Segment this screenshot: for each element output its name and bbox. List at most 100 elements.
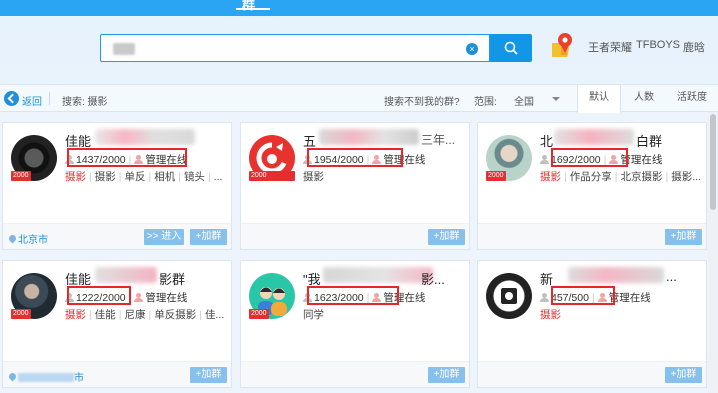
join-group-button[interactable]: +加群 bbox=[190, 367, 227, 383]
card-footer: 北京市 >> 进入 +加群 bbox=[3, 223, 231, 249]
group-avatar[interactable] bbox=[486, 273, 532, 319]
tag[interactable]: 相机 bbox=[154, 171, 175, 183]
card-footer: +加群 bbox=[478, 223, 706, 249]
group-card[interactable]: 2000 佳能 影群 1222/2000 | 管理在线 摄影 | 佳能 | 尼康 | 单反摄影 |… bbox=[2, 260, 232, 388]
join-group-button[interactable]: +加群 bbox=[665, 229, 702, 245]
member-limit-badge: 2000 bbox=[11, 171, 31, 181]
members-icon bbox=[540, 293, 549, 302]
enter-group-button[interactable]: >> 进入 bbox=[144, 229, 184, 245]
card-footer: +加群 bbox=[478, 361, 706, 387]
group-card[interactable]: 新 ... 457/500 | 管理在线 摄影 +加群 bbox=[477, 260, 707, 388]
join-group-button[interactable]: +加群 bbox=[428, 367, 465, 383]
members-icon bbox=[540, 155, 549, 164]
hot-search-3[interactable]: 鹿晗 bbox=[683, 39, 705, 55]
search-button[interactable] bbox=[490, 34, 532, 62]
sort-tab-default[interactable]: 默认 bbox=[577, 85, 621, 113]
tag[interactable]: 镜头 bbox=[184, 171, 205, 183]
join-group-button[interactable]: +加群 bbox=[428, 229, 465, 245]
group-name-blurred bbox=[554, 129, 634, 145]
filter-bar: 返回 搜索: 摄影 搜索不到我的群? 范围: 全国 默认 人数 活跃度 bbox=[0, 84, 718, 113]
card-footer: 市 +加群 bbox=[3, 361, 231, 387]
search-input[interactable]: × bbox=[100, 34, 490, 62]
location-text: 北京市 bbox=[18, 235, 48, 246]
highlight-box bbox=[551, 148, 628, 167]
scope-label: 范围: bbox=[474, 97, 497, 108]
nav-active-underline bbox=[236, 8, 270, 10]
tag[interactable]: 摄影 bbox=[540, 309, 561, 321]
member-limit-badge: 2000 bbox=[11, 309, 31, 319]
tag[interactable]: 摄影 bbox=[65, 171, 86, 183]
tag[interactable]: 北京摄影 bbox=[620, 171, 662, 183]
top-nav: 群 bbox=[0, 0, 718, 16]
group-tags: 摄影 | 作品分享 | 北京摄影 | 摄影... bbox=[540, 171, 701, 183]
admin-status: 管理在线 bbox=[145, 292, 188, 304]
member-limit-badge: 2000 bbox=[249, 171, 295, 181]
group-name-suffix: 三年... bbox=[421, 133, 456, 147]
search-query-blurred bbox=[113, 43, 135, 55]
group-card[interactable]: 2000 北 白群 1692/2000 | 管理在线 摄影 | 作品分享 | 北京摄影 | 摄影… bbox=[477, 122, 707, 250]
tag[interactable]: 佳能 bbox=[95, 309, 116, 321]
tag[interactable]: 作品分享 bbox=[570, 171, 612, 183]
tag[interactable]: 同学 bbox=[303, 309, 324, 321]
not-found-link[interactable]: 搜索不到我的群? bbox=[384, 93, 460, 108]
tag[interactable]: 摄影 bbox=[95, 171, 116, 183]
tag[interactable]: 摄影 bbox=[540, 171, 561, 183]
tag[interactable]: 摄影... bbox=[671, 171, 701, 183]
tag[interactable]: 单反摄影 bbox=[154, 309, 196, 321]
back-link[interactable]: 返回 bbox=[22, 93, 42, 108]
member-limit-badge: 2000 bbox=[486, 171, 506, 181]
highlight-box bbox=[307, 148, 403, 167]
group-location: 市 bbox=[9, 369, 84, 384]
sort-tab-members[interactable]: 人数 bbox=[622, 85, 666, 111]
admin-icon bbox=[134, 293, 144, 302]
back-icon[interactable] bbox=[4, 91, 19, 106]
camera-logo-icon bbox=[501, 288, 517, 304]
group-tags: 摄影 bbox=[540, 307, 561, 322]
chevron-down-icon[interactable] bbox=[552, 97, 560, 101]
tag[interactable]: ... bbox=[214, 171, 223, 183]
hot-search-1[interactable]: 王者荣耀 bbox=[588, 39, 632, 55]
clear-icon[interactable]: × bbox=[466, 43, 478, 55]
group-tags: 同学 bbox=[303, 307, 324, 322]
tag[interactable]: 摄影 bbox=[303, 171, 324, 183]
hot-search-2[interactable]: TFBOYS bbox=[636, 39, 680, 51]
scope-select[interactable]: 全国 bbox=[514, 93, 534, 108]
group-card[interactable]: 2000 "我 影... 1623/2000 | 管理在线 同学 +加群 bbox=[240, 260, 470, 388]
divider bbox=[49, 92, 50, 105]
location-icon bbox=[9, 235, 16, 244]
tag[interactable]: 摄影 bbox=[65, 309, 86, 321]
member-limit-badge: 2000 bbox=[249, 309, 269, 319]
highlight-box bbox=[551, 286, 615, 305]
group-name-blurred bbox=[568, 267, 664, 283]
group-name-blurred bbox=[319, 129, 419, 145]
group-card[interactable]: 2000 五 三年... 1954/2000 | 管理在线 摄影 +加群 bbox=[240, 122, 470, 250]
highlight-box bbox=[67, 148, 187, 167]
sort-tab-activity[interactable]: 活跃度 bbox=[668, 85, 716, 111]
card-footer: +加群 bbox=[241, 223, 469, 249]
group-name-suffix: 白群 bbox=[636, 134, 663, 149]
join-group-button[interactable]: +加群 bbox=[190, 229, 227, 245]
admin-status: 管理在线 bbox=[608, 292, 651, 304]
group-name-blurred bbox=[95, 129, 195, 145]
group-name-suffix: 影... bbox=[421, 272, 445, 287]
group-name-suffix: 影群 bbox=[159, 272, 186, 287]
location-blurred bbox=[18, 373, 74, 382]
group-name-blurred bbox=[323, 267, 433, 283]
group-name-suffix: ... bbox=[666, 269, 677, 284]
map-location-icon[interactable] bbox=[552, 31, 578, 61]
sort-tab-label: 默认 bbox=[589, 92, 609, 103]
group-card[interactable]: 2000 佳能 1437/2000 | 管理在线 摄影 | 摄影 | 单反 | 相机 | 镜头 |..… bbox=[2, 122, 232, 250]
join-group-button[interactable]: +加群 bbox=[665, 367, 702, 383]
tag[interactable]: 佳... bbox=[205, 309, 224, 321]
card-footer: +加群 bbox=[241, 361, 469, 387]
group-tags: 摄影 | 佳能 | 尼康 | 单反摄影 | 佳... bbox=[65, 309, 225, 321]
nav-tab-group[interactable]: 群 bbox=[242, 0, 255, 13]
group-tags: 摄影 bbox=[303, 169, 324, 184]
scrollbar-thumb[interactable] bbox=[710, 114, 716, 210]
tag[interactable]: 单反 bbox=[124, 171, 145, 183]
tag[interactable]: 尼康 bbox=[124, 309, 145, 321]
group-tags: 摄影 | 摄影 | 单反 | 相机 | 镜头 |... bbox=[65, 171, 223, 183]
location-text: 市 bbox=[74, 373, 84, 384]
location-icon bbox=[9, 373, 16, 382]
highlight-box bbox=[307, 286, 399, 305]
